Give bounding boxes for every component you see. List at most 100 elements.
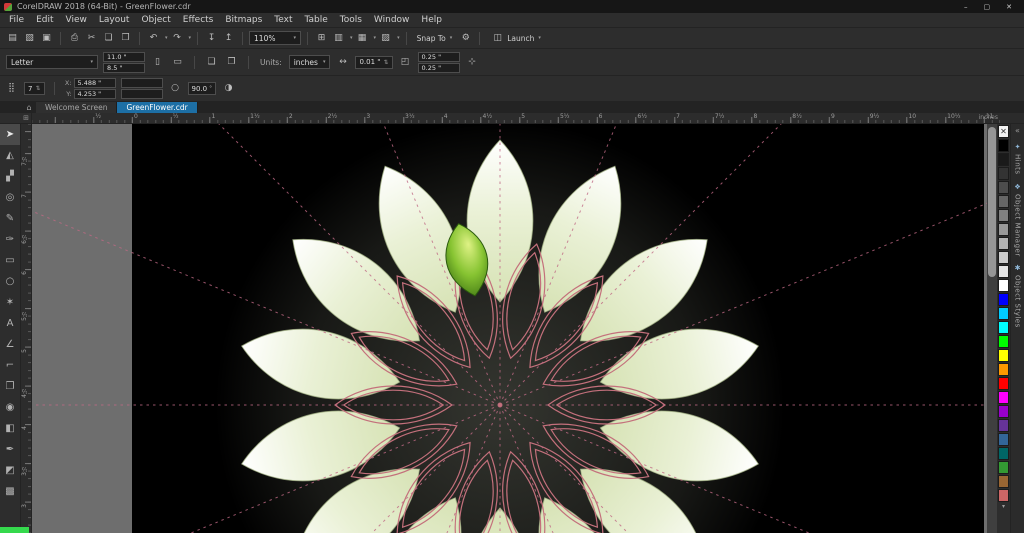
options-gear-icon[interactable]: ⚙ [458, 31, 473, 46]
color-swatch[interactable] [998, 461, 1009, 474]
x-position-field[interactable]: 5.488 " [74, 78, 116, 88]
menu-window[interactable]: Window [368, 15, 416, 25]
color-swatch[interactable] [998, 489, 1009, 502]
duplicate-y-field[interactable]: 0.25 " [418, 63, 460, 73]
menu-file[interactable]: File [3, 15, 30, 25]
menu-layout[interactable]: Layout [93, 15, 136, 25]
y-position-field[interactable]: 4.253 " [74, 89, 116, 99]
tab-greenflower[interactable]: GreenFlower.cdr [117, 102, 197, 113]
color-swatch[interactable] [998, 195, 1009, 208]
color-swatch[interactable] [998, 377, 1009, 390]
menu-table[interactable]: Table [298, 15, 333, 25]
zoom-level-select[interactable]: 110%▾ [249, 31, 301, 45]
nudge-distance-field[interactable]: 0.01 "⇅ [355, 56, 392, 69]
menu-tools[interactable]: Tools [334, 15, 368, 25]
undo-icon[interactable]: ↶ [146, 31, 161, 46]
vertical-scrollbar[interactable] [987, 124, 997, 533]
menu-bitmaps[interactable]: Bitmaps [219, 15, 268, 25]
color-swatch[interactable] [998, 237, 1009, 250]
object-origin-icon[interactable]: ⣿ [4, 81, 19, 96]
object-height-field[interactable] [121, 89, 163, 99]
ruler-origin-button[interactable]: ⊞ [21, 113, 32, 123]
duplicate-x-field[interactable]: 0.25 " [418, 52, 460, 62]
cut-icon[interactable]: ✂ [84, 31, 99, 46]
current-page-icon[interactable]: ❐ [224, 55, 239, 70]
full-screen-preview-icon[interactable]: ⊞ [314, 31, 329, 46]
mesh-fill-tool[interactable]: ▩ [0, 481, 20, 502]
color-swatch[interactable] [998, 251, 1009, 264]
parallel-dimension-tool[interactable]: ∠ [0, 334, 20, 355]
color-swatch[interactable] [998, 433, 1009, 446]
color-swatch[interactable] [998, 293, 1009, 306]
color-swatch[interactable] [998, 321, 1009, 334]
home-icon[interactable]: ⌂ [22, 102, 36, 113]
close-button[interactable]: ✕ [1006, 3, 1012, 11]
artistic-media-tool[interactable]: ✑ [0, 229, 20, 250]
color-swatch[interactable] [998, 475, 1009, 488]
menu-text[interactable]: Text [268, 15, 298, 25]
menu-object[interactable]: Object [135, 15, 176, 25]
transparency-tool[interactable]: ◧ [0, 418, 20, 439]
flower-center-node[interactable] [498, 403, 502, 407]
polygon-tool[interactable]: ✶ [0, 292, 20, 313]
docker-tab-object-manager[interactable]: ❖Object Manager [1014, 183, 1022, 257]
shadow-tool[interactable]: ❐ [0, 376, 20, 397]
color-swatch[interactable] [998, 181, 1009, 194]
page-height-field[interactable]: 8.5 " [103, 63, 145, 73]
paste-icon[interactable]: ❒ [118, 31, 133, 46]
launch-button[interactable]: ◫Launch▾ [486, 31, 545, 46]
color-swatch[interactable] [998, 307, 1009, 320]
crop-tool[interactable]: ▞ [0, 166, 20, 187]
maximize-button[interactable]: ▢ [984, 3, 991, 11]
spinner-icon[interactable]: ⇅ [384, 59, 389, 66]
points-sides-field[interactable]: 7 ⇅ [24, 82, 45, 95]
color-swatch[interactable] [998, 279, 1009, 292]
snap-to-button[interactable]: Snap To▾ [413, 34, 457, 43]
color-swatch[interactable] [998, 391, 1009, 404]
page-width-field[interactable]: 11.0 " [103, 52, 145, 62]
color-swatch[interactable] [998, 447, 1009, 460]
contour-tool[interactable]: ◉ [0, 397, 20, 418]
spinner-icon[interactable]: ⇅ [35, 85, 40, 92]
color-swatch[interactable] [998, 335, 1009, 348]
shape-tool[interactable]: ◭ [0, 145, 20, 166]
no-color-swatch[interactable]: ✕ [998, 125, 1009, 138]
zoom-tool[interactable]: ◎ [0, 187, 20, 208]
save-icon[interactable]: ▣ [39, 31, 54, 46]
open-icon[interactable]: ▧ [22, 31, 37, 46]
pick-tool[interactable]: ➤ [0, 124, 20, 145]
lock-ratio-icon[interactable]: ○ [168, 81, 183, 96]
new-document-icon[interactable]: ▤ [5, 31, 20, 46]
tab-welcome-screen[interactable]: Welcome Screen [36, 102, 117, 113]
color-swatch[interactable] [998, 209, 1009, 222]
horizontal-ruler[interactable]: inches ½0½11½22½33½44½55½66½77½88½99½101… [32, 113, 1000, 123]
menu-view[interactable]: View [60, 15, 93, 25]
connector-tool[interactable]: ⌐ [0, 355, 20, 376]
rotation-angle-field[interactable]: 90.0 ° [188, 82, 217, 95]
all-pages-icon[interactable]: ❑ [204, 55, 219, 70]
freehand-tool[interactable]: ✎ [0, 208, 20, 229]
palette-scroll-down-icon[interactable]: ▾ [1002, 503, 1005, 510]
minimize-button[interactable]: – [964, 3, 968, 11]
docker-tab-hints[interactable]: ✦Hints [1014, 143, 1022, 175]
page-size-select[interactable]: Letter ▾ [6, 55, 98, 69]
show-rulers-icon[interactable]: ▥ [331, 31, 346, 46]
mirror-horizontal-icon[interactable]: ◑ [221, 81, 236, 96]
menu-edit[interactable]: Edit [30, 15, 59, 25]
flower-canvas[interactable] [32, 124, 997, 533]
color-swatch[interactable] [998, 153, 1009, 166]
import-icon[interactable]: ↧ [204, 31, 219, 46]
color-swatch[interactable] [998, 363, 1009, 376]
color-swatch[interactable] [998, 265, 1009, 278]
print-icon[interactable]: ⎙ [67, 31, 82, 46]
show-grid-icon[interactable]: ▦ [355, 31, 370, 46]
vertical-ruler[interactable]: 7½76½65½54½43½3 [21, 124, 32, 533]
rectangle-tool[interactable]: ▭ [0, 250, 20, 271]
color-swatch[interactable] [998, 405, 1009, 418]
portrait-icon[interactable]: ▯ [150, 55, 165, 70]
ellipse-tool[interactable]: ○ [0, 271, 20, 292]
color-eyedropper-tool[interactable]: ✒ [0, 439, 20, 460]
guidelines-icon[interactable]: ▨ [378, 31, 393, 46]
treat-as-filled-icon[interactable]: ⊹ [465, 55, 480, 70]
copy-icon[interactable]: ❏ [101, 31, 116, 46]
